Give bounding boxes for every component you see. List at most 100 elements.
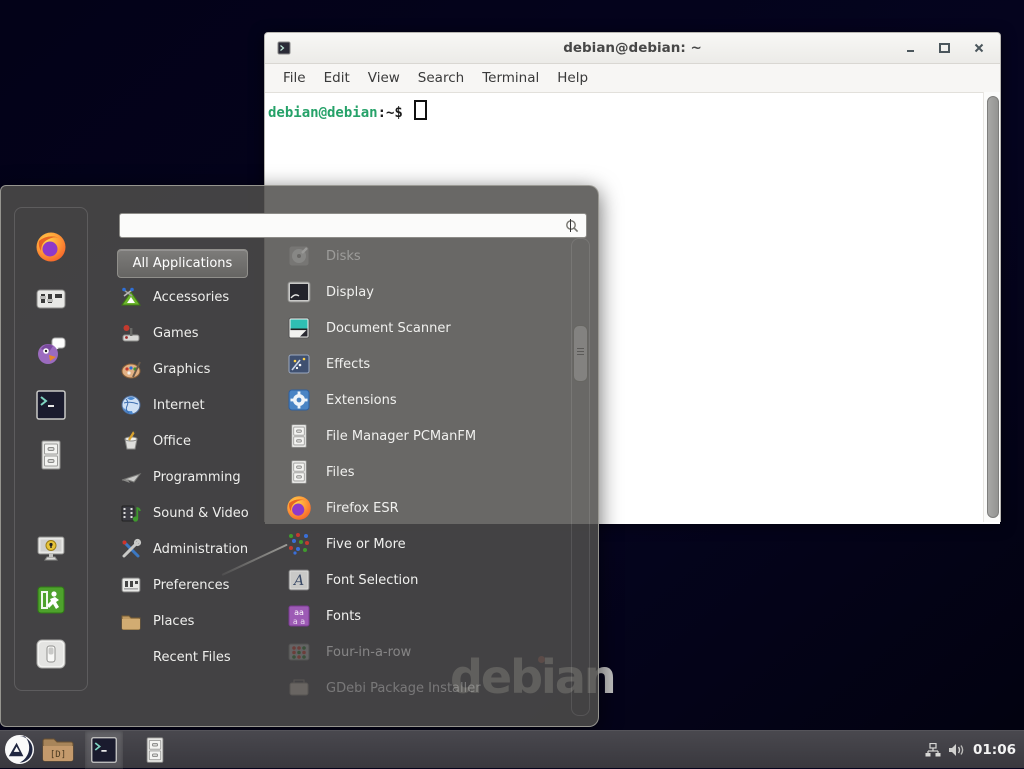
prompt-path: :~$ [378, 105, 403, 121]
font-selection-glyph: A [292, 573, 304, 589]
app-item-firefox-esr[interactable]: Firefox ESR [286, 490, 570, 526]
category-label: Sound & Video [153, 506, 249, 521]
clock[interactable]: 01:06 [973, 742, 1016, 758]
app-item-files[interactable]: Files [286, 454, 570, 490]
app-label: Effects [326, 357, 370, 372]
category-label: Programming [153, 470, 241, 485]
favorite-firefox-button[interactable] [35, 231, 67, 263]
four-in-a-row-icon [286, 639, 312, 665]
minimize-button[interactable] [903, 41, 918, 56]
category-label: Administration [153, 542, 248, 557]
app-item-extensions[interactable]: Extensions [286, 382, 570, 418]
menu-file[interactable]: File [274, 66, 315, 90]
terminal-taskbar-button[interactable] [85, 731, 123, 769]
terminal-icon [35, 389, 67, 421]
application-menu: All Applications Accessories Games Graph… [0, 185, 599, 727]
firefox-icon [35, 231, 67, 263]
menu-scrollbar-thumb[interactable] [573, 325, 588, 382]
menu-terminal[interactable]: Terminal [473, 66, 548, 90]
app-item-four-in-a-row[interactable]: Four-in-a-row [286, 634, 570, 670]
favorite-settings-button[interactable] [35, 283, 67, 315]
fonts-glyph-bottom: a a [293, 617, 305, 626]
menu-search-box[interactable] [119, 213, 587, 238]
menu-search[interactable]: Search [409, 66, 473, 90]
favorite-terminal-button[interactable] [35, 389, 67, 421]
programming-icon [120, 466, 142, 488]
app-item-effects[interactable]: Effects [286, 346, 570, 382]
fonts-icon: aa a a [286, 603, 312, 629]
terminal-titlebar[interactable]: debian@debian: ~ [265, 33, 1000, 64]
terminal-scrollbar[interactable] [983, 92, 1000, 522]
file-cabinet-icon [286, 423, 312, 449]
app-item-fonts[interactable]: aa a a Fonts [286, 598, 570, 634]
menu-view[interactable]: View [359, 66, 409, 90]
maximize-button[interactable] [937, 41, 952, 56]
network-tray-button[interactable] [925, 743, 941, 757]
log-out-button[interactable] [35, 584, 67, 616]
app-label: Fonts [326, 609, 361, 624]
files-launcher[interactable] [135, 731, 175, 769]
firefox-icon [286, 495, 312, 521]
app-label: Four-in-a-row [326, 645, 411, 660]
document-scanner-icon [286, 315, 312, 341]
menu-help[interactable]: Help [548, 66, 597, 90]
app-label: Extensions [326, 393, 397, 408]
accessories-icon [120, 286, 142, 308]
category-office[interactable]: Office [120, 424, 283, 458]
shell-prompt: debian@debian:~$ [268, 100, 427, 121]
app-label: Files [326, 465, 355, 480]
debian-folder-glyph: [D] [50, 750, 66, 760]
category-places[interactable]: Places [120, 604, 283, 638]
category-label: Recent Files [153, 650, 231, 665]
font-selection-icon: A [286, 567, 312, 593]
search-caret [570, 219, 571, 232]
file-manager-launcher[interactable]: [D] [38, 731, 78, 769]
app-item-gdebi-package-installer[interactable]: GDebi Package Installer [286, 670, 570, 706]
graphics-icon [120, 358, 142, 380]
category-games[interactable]: Games [120, 316, 283, 350]
category-programming[interactable]: Programming [120, 460, 283, 494]
menu-edit[interactable]: Edit [315, 66, 359, 90]
favorite-file-manager-button[interactable] [35, 439, 67, 471]
shut-down-icon [35, 638, 67, 670]
category-administration[interactable]: Administration [120, 532, 283, 566]
fonts-glyph-top: aa [294, 608, 304, 617]
terminal-icon [90, 736, 118, 764]
category-preferences[interactable]: Preferences [120, 568, 283, 602]
app-item-five-or-more[interactable]: Five or More [286, 526, 570, 562]
app-item-display[interactable]: Display [286, 274, 570, 310]
start-menu-button[interactable] [0, 731, 38, 769]
favorites-sidebar [14, 207, 88, 691]
terminal-menubar: File Edit View Search Terminal Help [265, 64, 1000, 93]
app-item-document-scanner[interactable]: Document Scanner [286, 310, 570, 346]
lock-screen-button[interactable] [35, 532, 67, 564]
debian-folder-icon: [D] [41, 736, 75, 764]
category-label: Office [153, 434, 191, 449]
office-icon [120, 430, 142, 452]
category-accessories[interactable]: Accessories [120, 280, 283, 314]
shut-down-button[interactable] [35, 638, 67, 670]
close-button[interactable] [971, 41, 986, 56]
app-label: Document Scanner [326, 321, 451, 336]
category-graphics[interactable]: Graphics [120, 352, 283, 386]
terminal-scrollbar-thumb[interactable] [987, 96, 999, 518]
category-sound-video[interactable]: Sound & Video [120, 496, 283, 530]
app-item-font-selection[interactable]: A Font Selection [286, 562, 570, 598]
app-item-file-manager-pcmanfm[interactable]: File Manager PCManFM [286, 418, 570, 454]
lock-screen-icon [35, 532, 67, 564]
app-item-disks[interactable]: Disks [286, 238, 570, 274]
terminal-cursor [414, 100, 427, 120]
settings-icon [35, 283, 67, 315]
effects-icon [286, 351, 312, 377]
volume-tray-button[interactable] [948, 743, 966, 757]
category-internet[interactable]: Internet [120, 388, 283, 422]
app-label: GDebi Package Installer [326, 681, 481, 696]
favorite-pidgin-button[interactable] [35, 335, 67, 367]
log-out-icon [35, 584, 67, 616]
minimize-icon [907, 50, 914, 52]
menu-scrollbar[interactable] [571, 238, 590, 716]
category-all-applications[interactable]: All Applications [117, 249, 248, 278]
system-tray: 01:06 [925, 742, 1024, 758]
start-menu-icon [4, 734, 35, 765]
file-cabinet-icon [141, 735, 169, 765]
